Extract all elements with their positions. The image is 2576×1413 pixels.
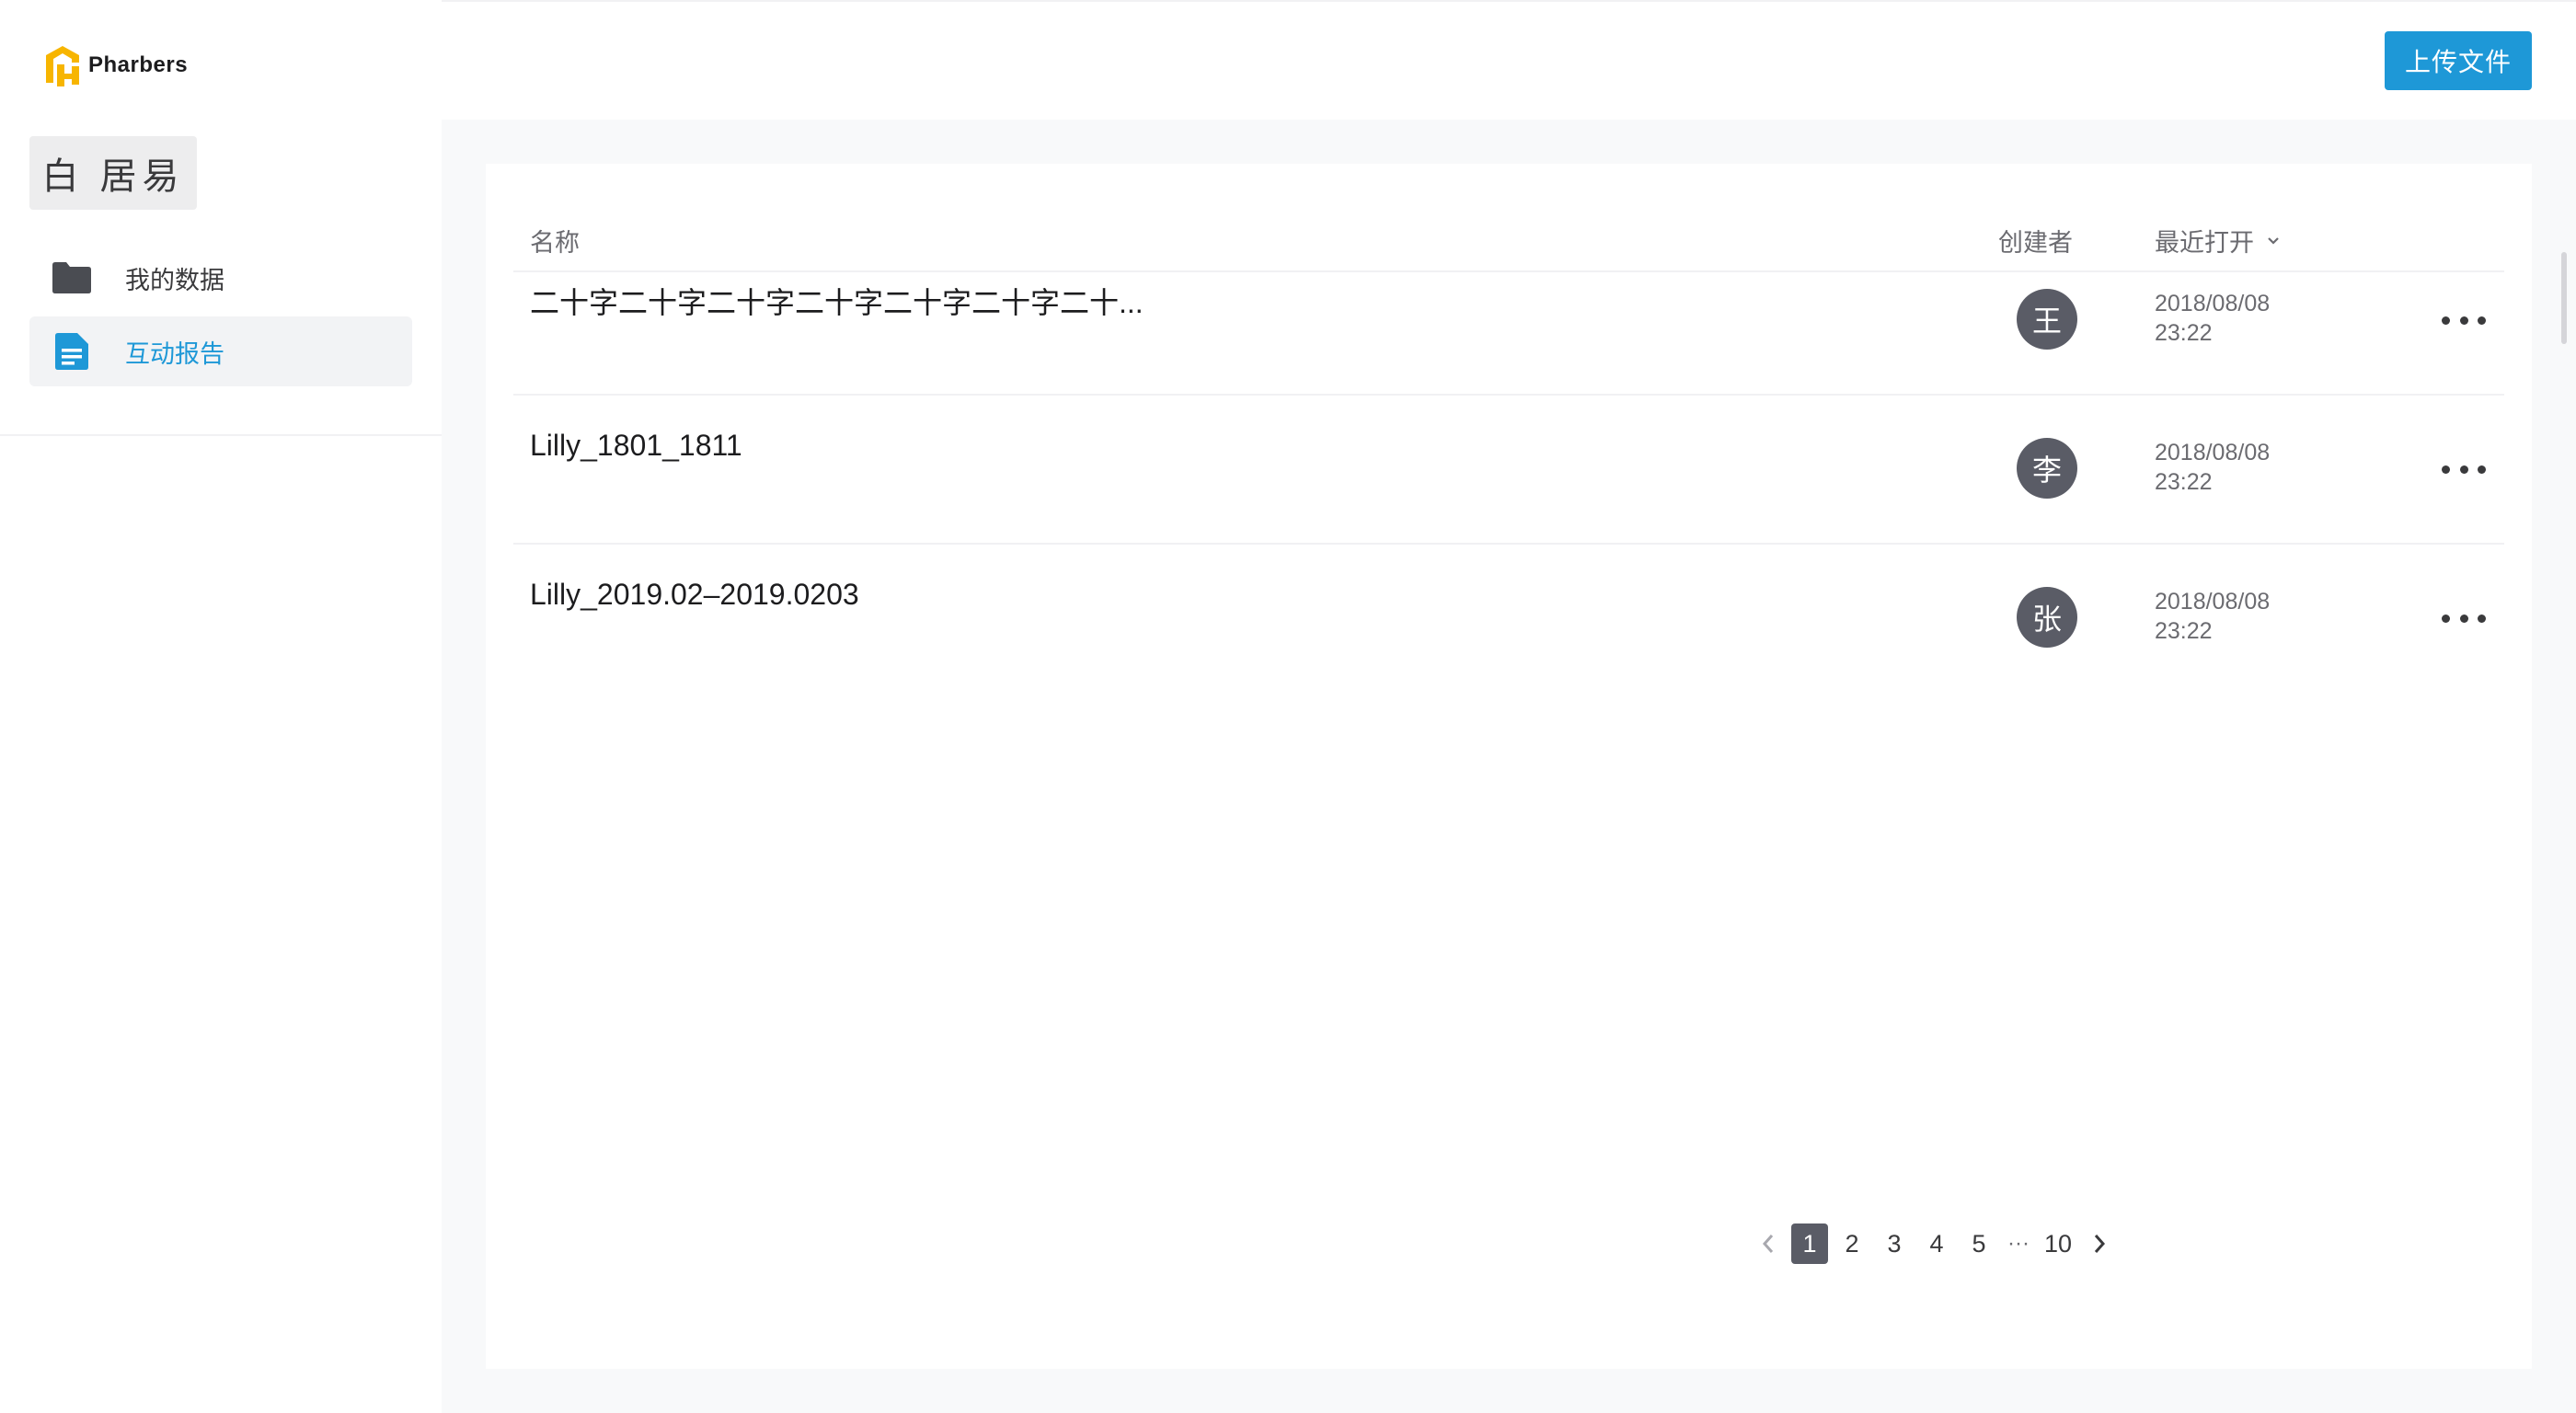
pagination-ellipsis[interactable]: ··· — [2000, 1223, 2037, 1264]
creator-avatar: 李 — [2017, 438, 2077, 499]
upload-file-button[interactable]: 上传文件 — [2385, 31, 2532, 90]
sidebar-divider — [0, 434, 442, 436]
last-opened-clock: 23:22 — [2155, 618, 2213, 644]
sidebar-nav: 我的数据 互动报告 — [29, 243, 412, 390]
document-icon — [52, 331, 92, 372]
last-opened-time: 2018/08/08 23:22 — [2155, 587, 2302, 646]
folder-icon — [52, 258, 92, 298]
last-opened-time: 2018/08/08 23:22 — [2155, 438, 2302, 497]
previous-page-button[interactable] — [1748, 1223, 1788, 1264]
pharbers-logo-icon — [46, 46, 79, 86]
chevron-right-icon — [2094, 1235, 2106, 1253]
file-name[interactable]: 二十字二十字二十字二十字二十字二十字二十... — [530, 280, 1144, 322]
page-2-button[interactable]: 2 — [1834, 1223, 1870, 1264]
user-name-badge[interactable]: 白 居易 — [29, 136, 197, 210]
file-rows: 二十字二十字二十字二十字二十字二十字二十... 王 2018/08/08 23:… — [513, 247, 2504, 694]
last-opened-time: 2018/08/08 23:22 — [2155, 289, 2302, 348]
last-opened-clock: 23:22 — [2155, 320, 2213, 346]
last-opened-clock: 23:22 — [2155, 469, 2213, 495]
file-name[interactable]: Lilly_1801_1811 — [530, 429, 742, 463]
page-5-button[interactable]: 5 — [1961, 1223, 1997, 1264]
last-opened-date: 2018/08/08 — [2155, 291, 2271, 316]
page-1-button[interactable]: 1 — [1791, 1223, 1828, 1264]
page-last-button[interactable]: 10 — [2040, 1223, 2076, 1264]
table-row[interactable]: 二十字二十字二十字二十字二十字二十字二十... 王 2018/08/08 23:… — [513, 247, 2504, 396]
sidebar: Pharbers 白 居易 我的数据 互动报告 — [0, 0, 442, 1413]
file-name[interactable]: Lilly_2019.02–2019.0203 — [530, 578, 859, 612]
more-options-icon[interactable] — [2442, 307, 2486, 333]
last-opened-date: 2018/08/08 — [2155, 589, 2271, 615]
table-row[interactable]: Lilly_1801_1811 李 2018/08/08 23:22 — [513, 396, 2504, 545]
creator-avatar: 王 — [2017, 289, 2077, 350]
page-3-button[interactable]: 3 — [1876, 1223, 1913, 1264]
next-page-button[interactable] — [2079, 1223, 2120, 1264]
brand-name: Pharbers — [88, 52, 189, 77]
sidebar-item-my-data[interactable]: 我的数据 — [29, 243, 412, 313]
last-opened-date: 2018/08/08 — [2155, 440, 2271, 465]
file-list-card: 名称 创建者 最近打开 二十字二十字二十字二十字二十字二十字二十... 王 20… — [486, 164, 2567, 1369]
brand-logo[interactable]: Pharbers — [42, 42, 188, 88]
chevron-left-icon — [1762, 1235, 1774, 1253]
scrollbar-thumb[interactable] — [2561, 252, 2567, 344]
top-toolbar: 上传文件 — [442, 0, 2576, 120]
sidebar-item-interactive-report[interactable]: 互动报告 — [29, 316, 412, 386]
main-area: 上传文件 名称 创建者 最近打开 二十字二十字二十字二十字二十字二十字二十...… — [442, 0, 2576, 1413]
pagination: 1 2 3 4 5 ··· 10 — [1748, 1218, 2120, 1269]
more-options-icon[interactable] — [2442, 605, 2486, 631]
creator-avatar: 张 — [2017, 587, 2077, 648]
table-row[interactable]: Lilly_2019.02–2019.0203 张 2018/08/08 23:… — [513, 545, 2504, 694]
sidebar-item-label: 互动报告 — [125, 339, 224, 368]
page-4-button[interactable]: 4 — [1918, 1223, 1955, 1264]
sidebar-item-label: 我的数据 — [125, 266, 224, 294]
more-options-icon[interactable] — [2442, 456, 2486, 482]
